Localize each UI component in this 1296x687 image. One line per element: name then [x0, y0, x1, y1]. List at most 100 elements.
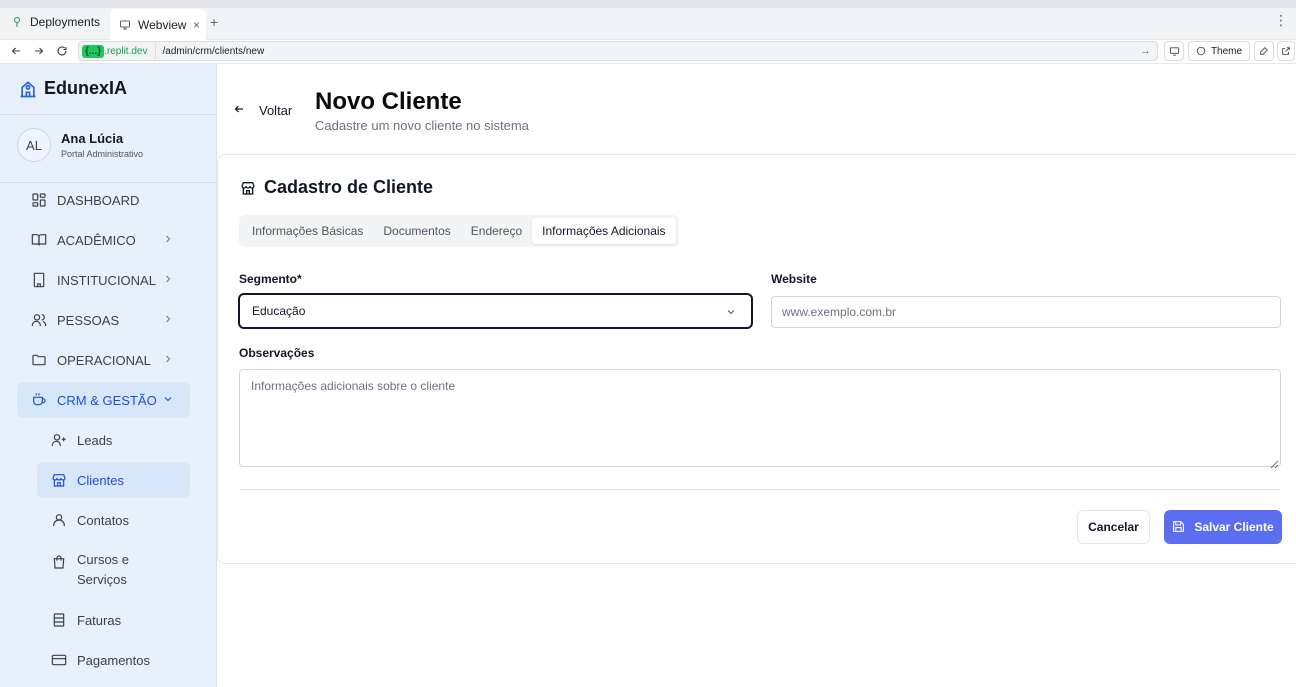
sidebar-subitem-cursos-servicos[interactable]: Cursos e Serviços — [37, 546, 190, 590]
address-bar: {...} .replit.dev /admin/crm/clients/new… — [0, 40, 1296, 64]
shopping-bag-icon — [51, 554, 67, 570]
store-icon — [240, 180, 256, 196]
tab-informacoes-basicas[interactable]: Informações Básicas — [242, 218, 373, 244]
external-link-icon[interactable] — [1277, 41, 1295, 61]
browser-tab-deployments[interactable]: Deployments — [10, 10, 100, 34]
chevron-right-icon — [162, 273, 174, 285]
book-open-icon — [31, 232, 47, 248]
cancel-button[interactable]: Cancelar — [1077, 510, 1150, 544]
devices-icon[interactable] — [1164, 41, 1184, 61]
sidebar-item-operacional[interactable]: OPERACIONAL — [17, 342, 190, 378]
theme-button[interactable]: Theme — [1188, 41, 1250, 61]
theme-label: Theme — [1210, 45, 1243, 57]
browser-tab-webview[interactable]: Webview × — [110, 9, 206, 40]
url-go-icon[interactable]: → — [1140, 45, 1151, 57]
main-content: Voltar Novo Cliente Cadastre um novo cli… — [217, 64, 1296, 687]
segment-select[interactable]: Educação — [238, 293, 753, 329]
brand-name: EdunexIA — [44, 78, 128, 98]
sidebar: EdunexIA AL Ana Lúcia Portal Administrat… — [0, 64, 217, 687]
page-title: Novo Cliente — [315, 88, 462, 115]
sidebar-subitem-clientes[interactable]: Clientes — [37, 462, 190, 498]
sidebar-item-label: Cursos e Serviços — [77, 552, 130, 587]
website-input[interactable] — [771, 296, 1281, 328]
user-info: Ana Lúcia Portal Administrativo — [61, 131, 143, 159]
store-icon — [51, 472, 67, 488]
page-subtitle: Cadastre um novo cliente no sistema — [315, 118, 529, 133]
user-role: Portal Administrativo — [61, 149, 144, 159]
tab-documentos[interactable]: Documentos — [373, 218, 460, 244]
sidebar-item-label: PESSOAS — [57, 312, 120, 328]
sidebar-subitem-contatos[interactable]: Contatos — [37, 502, 190, 538]
sidebar-item-label: Pagamentos — [77, 652, 150, 668]
save-icon — [1172, 520, 1186, 534]
sidebar-item-label: Faturas — [77, 612, 122, 628]
divider — [0, 114, 216, 115]
back-arrow-icon[interactable] — [7, 42, 25, 60]
chevron-right-icon — [162, 313, 174, 325]
sidebar-subitem-leads[interactable]: Leads — [37, 422, 190, 458]
url-host-badge: {...} — [82, 44, 105, 58]
sidebar-item-label: Clientes — [77, 472, 124, 488]
sidebar-item-dashboard[interactable]: DASHBOARD — [17, 182, 190, 218]
website-label: Website — [771, 272, 817, 286]
avatar: AL — [17, 128, 51, 162]
credit-card-icon — [51, 652, 67, 668]
back-button[interactable]: Voltar — [233, 102, 292, 118]
sidebar-item-pessoas[interactable]: PESSOAS — [17, 302, 190, 338]
sidebar-subitem-faturas[interactable]: Faturas — [37, 602, 190, 638]
save-client-button[interactable]: Salvar Cliente — [1164, 510, 1282, 544]
url-field[interactable]: {...} .replit.dev /admin/crm/clients/new… — [78, 41, 1158, 61]
segment-label: Segmento* — [239, 272, 302, 286]
resize-handle-icon[interactable] — [1270, 456, 1279, 469]
browser-tab-bar: Deployments Webview × + ⋮ — [0, 0, 1296, 40]
tab-endereco[interactable]: Endereço — [461, 218, 532, 244]
browser-menu-icon[interactable]: ⋮ — [1274, 12, 1288, 29]
folder-icon — [31, 352, 47, 368]
url-host: .replit.dev — [104, 45, 148, 57]
sidebar-item-label: OPERACIONAL — [57, 352, 151, 368]
chevron-down-icon — [162, 393, 174, 405]
coffee-icon — [31, 392, 47, 408]
segment-value: Educação — [252, 304, 306, 318]
chevron-right-icon — [162, 353, 174, 365]
tab-bar-top-strip — [0, 0, 1296, 8]
chevron-right-icon — [162, 233, 174, 245]
notes-label: Observações — [239, 346, 315, 360]
back-label: Voltar — [259, 102, 293, 118]
card-title: Cadastro de Cliente — [240, 177, 433, 198]
monitor-icon — [118, 18, 132, 32]
notes-textarea[interactable] — [239, 369, 1281, 467]
sidebar-item-institucional[interactable]: INSTITUCIONAL — [17, 262, 190, 298]
user-name: Ana Lúcia — [61, 131, 124, 146]
new-tab-button[interactable]: + — [210, 10, 218, 34]
users-icon — [31, 312, 47, 328]
url-path: /admin/crm/clients/new — [162, 45, 265, 57]
sidebar-item-crm-gestao[interactable]: CRM & GESTÃO — [17, 382, 190, 418]
sidebar-item-label: INSTITUCIONAL — [57, 272, 156, 288]
tab-informacoes-adicionais[interactable]: Informações Adicionais — [532, 218, 676, 244]
chevron-down-icon — [725, 306, 737, 318]
forward-arrow-icon[interactable] — [30, 42, 48, 60]
sidebar-item-label: ACADÊMICO — [57, 232, 136, 248]
school-icon — [18, 79, 38, 99]
sidebar-item-label: DASHBOARD — [57, 192, 140, 208]
sidebar-item-label: CRM & GESTÃO — [57, 392, 157, 408]
client-form-card: Cadastro de Cliente Informações Básicas … — [217, 154, 1296, 564]
building-icon — [31, 272, 47, 288]
sidebar-item-academico[interactable]: ACADÊMICO — [17, 222, 190, 258]
reload-icon[interactable] — [53, 42, 71, 60]
browser-tab-label: Webview — [138, 17, 187, 32]
user-plus-icon — [51, 432, 67, 448]
divider — [239, 489, 1281, 490]
save-label: Salvar Cliente — [1194, 520, 1274, 534]
receipt-icon — [51, 612, 67, 628]
tools-icon[interactable] — [1254, 41, 1274, 61]
sidebar-item-label: Leads — [77, 432, 113, 448]
brand[interactable]: EdunexIA — [18, 78, 127, 99]
dashboard-icon — [31, 192, 47, 208]
user-profile[interactable]: AL Ana Lúcia Portal Administrativo — [17, 128, 143, 162]
arrow-left-icon — [233, 102, 245, 118]
card-title-text: Cadastro de Cliente — [264, 177, 434, 197]
sidebar-subitem-pagamentos[interactable]: Pagamentos — [37, 642, 190, 678]
close-tab-icon[interactable]: × — [193, 18, 200, 32]
